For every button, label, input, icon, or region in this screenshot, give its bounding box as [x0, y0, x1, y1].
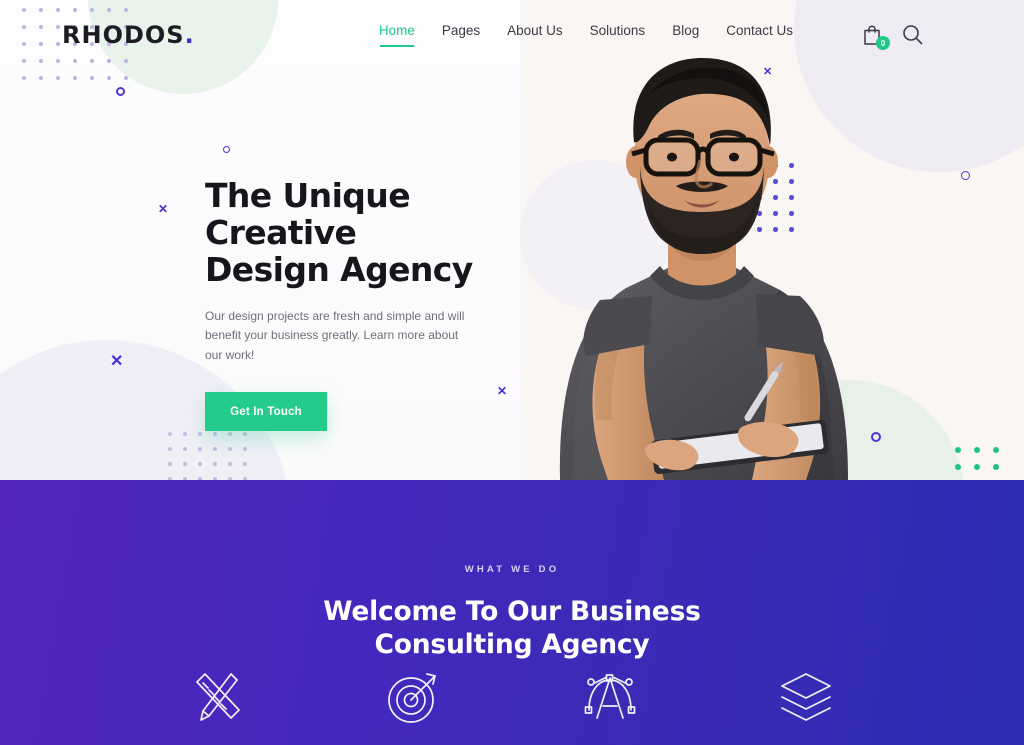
nav-item-contact-us[interactable]: Contact Us — [726, 23, 793, 47]
hero-title-line-1: The Unique Creative — [205, 176, 411, 252]
nav-item-blog[interactable]: Blog — [672, 23, 699, 47]
brand-dot: . — [184, 21, 195, 49]
nav-item-solutions[interactable]: Solutions — [590, 23, 646, 47]
hero-person-image — [500, 0, 900, 480]
hero-subtitle: Our design projects are fresh and simple… — [205, 308, 465, 362]
what-we-do-section: WHAT WE DO Welcome To Our Business Consu… — [0, 480, 1024, 745]
section-eyebrow: WHAT WE DO — [464, 564, 560, 575]
nav-item-pages[interactable]: Pages — [442, 23, 480, 47]
hero-content: The Unique Creative Design Agency Our de… — [205, 176, 535, 432]
cart-count-badge: 0 — [876, 36, 890, 50]
main-navigation: Home Pages About Us Solutions Blog Conta… — [379, 23, 1024, 50]
shopping-bag-icon[interactable]: 0 — [862, 24, 890, 50]
section-title-line-1: Welcome To Our Business — [323, 596, 701, 627]
layers-icon[interactable] — [775, 666, 837, 728]
hero-section: ✕ ✕ ✕ ✕ RHODOS. Home Pages About Us Solu… — [0, 0, 1024, 480]
decor-ring-3 — [961, 171, 970, 180]
hero-title: The Unique Creative Design Agency — [205, 176, 535, 289]
typography-vector-icon[interactable] — [579, 666, 641, 728]
section-title: Welcome To Our Business Consulting Agenc… — [0, 595, 1024, 662]
site-header: RHODOS. Home Pages About Us Solutions Bl… — [0, 0, 1024, 70]
ruler-pencil-icon[interactable] — [187, 666, 249, 728]
section-title-line-2: Consulting Agency — [374, 629, 650, 661]
header-actions: 0 — [862, 24, 924, 50]
service-icons-row — [0, 666, 1024, 728]
nav-item-about-us[interactable]: About Us — [507, 23, 563, 47]
nav-item-home[interactable]: Home — [379, 23, 415, 47]
landing-page: ✕ ✕ ✕ ✕ RHODOS. Home Pages About Us Solu… — [0, 0, 1024, 745]
brand-logo[interactable]: RHODOS. — [62, 21, 195, 49]
target-arrow-icon[interactable] — [383, 666, 445, 728]
hero-title-line-2: Design Agency — [205, 249, 473, 289]
decor-dot-grid-green — [955, 447, 1012, 480]
get-in-touch-button[interactable]: Get In Touch — [205, 392, 327, 432]
brand-name: RHODOS — [62, 21, 185, 49]
search-icon[interactable] — [902, 24, 924, 46]
